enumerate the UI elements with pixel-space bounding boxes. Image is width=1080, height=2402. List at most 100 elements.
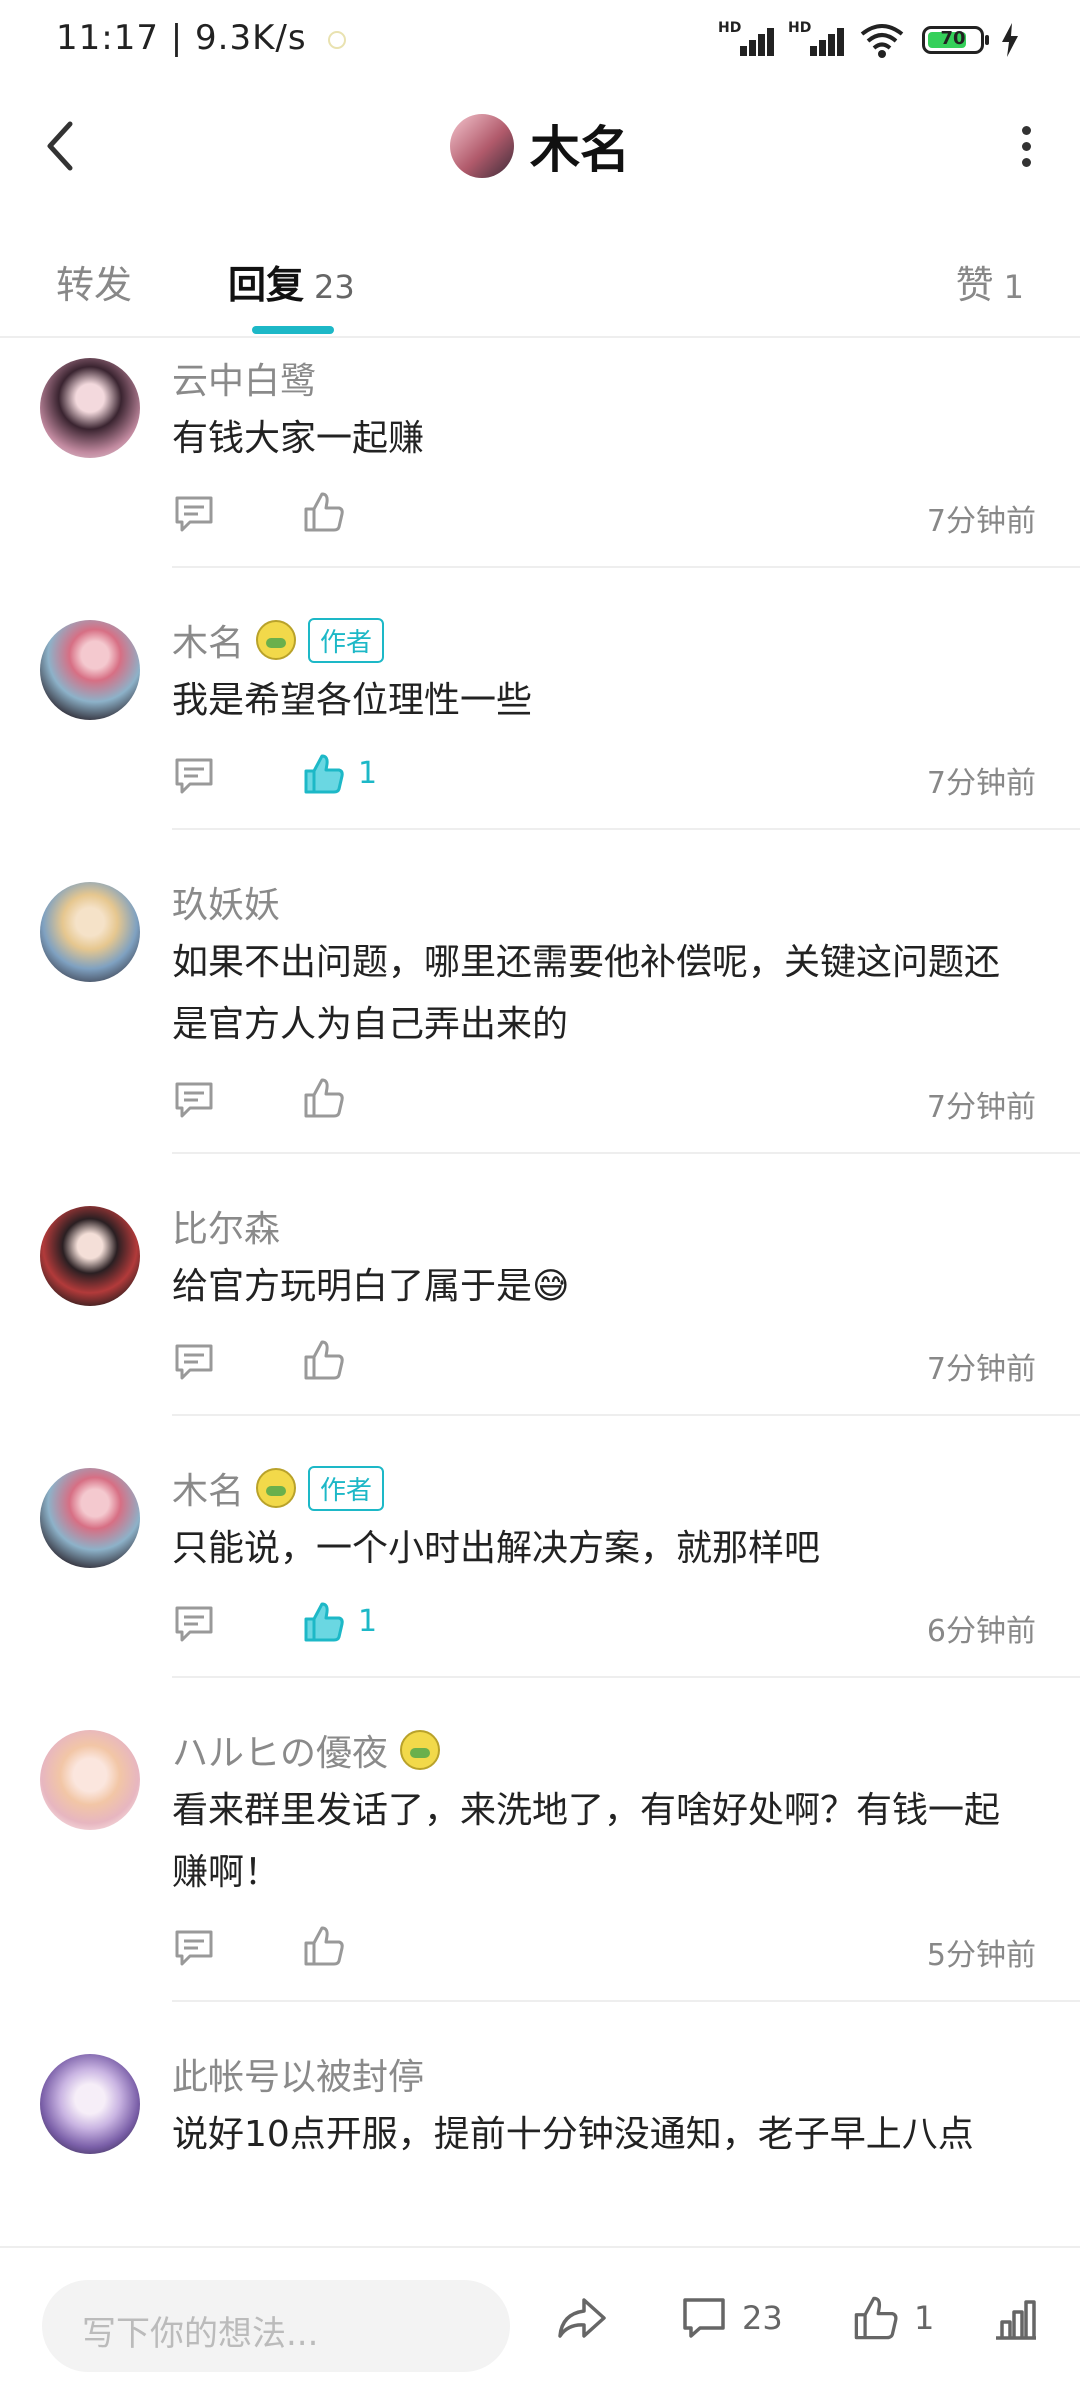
page-title: 木名 (530, 121, 630, 179)
comment-text: 给官方玩明白了属于是😅 (172, 1266, 570, 1307)
comment-list[interactable]: 云中白鹭 有钱大家一起赚 7分钟前 木名 作者 我是希望各位理性一些 1 7分钟… (0, 338, 1080, 2244)
comment-item: 玖妖妖 如果不出问题，哪里还需要他补偿呢，关键这问题还是官方人为自己弄出来的 7… (0, 874, 1080, 1154)
comment-count: 23 (742, 2299, 783, 2337)
comment-actions: 5分钟前 (172, 1904, 1080, 2000)
avatar[interactable] (450, 114, 514, 178)
avatar[interactable] (40, 2054, 140, 2154)
comment-text: 如果不出问题，哪里还需要他补偿呢，关键这问题还是官方人为自己弄出来的 (172, 942, 1001, 1045)
share-button[interactable] (556, 2292, 608, 2344)
avatar[interactable] (40, 358, 140, 458)
author-tag: 作者 (308, 617, 385, 663)
stats-button[interactable] (992, 2292, 1040, 2344)
comment-actions: 7分钟前 (172, 1318, 1080, 1414)
comment-time: 7分钟前 (926, 1090, 1036, 1125)
divider (172, 828, 1080, 830)
comment-username[interactable]: 木名 (172, 614, 244, 666)
comment-item: 比尔森 给官方玩明白了属于是😅 7分钟前 (0, 1198, 1080, 1416)
reply-icon[interactable] (172, 1602, 216, 1646)
comment-username[interactable]: 玖妖妖 (172, 876, 280, 928)
author-tag: 作者 (308, 1465, 385, 1511)
divider (172, 2000, 1080, 2002)
header: 木名 (0, 80, 1080, 210)
comment-username[interactable]: 木名 (172, 1462, 244, 1514)
status-time: 11:17 | 9.3K/s (56, 18, 347, 58)
status-bar: 11:17 | 9.3K/s HD HD 70 (0, 0, 1080, 80)
sticker-badge-icon (400, 1730, 441, 1770)
divider (172, 1676, 1080, 1678)
reply-icon[interactable] (172, 1926, 216, 1970)
tab-reply[interactable]: 回复 23 (228, 254, 355, 309)
like-icon[interactable] (302, 1924, 346, 1968)
signal-hd-icon-2: HD (788, 20, 844, 60)
comment-actions: 7分钟前 (172, 1056, 1080, 1152)
comment-text: 有钱大家一起赚 (172, 418, 425, 459)
reply-icon[interactable] (172, 754, 216, 798)
divider (172, 1152, 1080, 1154)
more-menu-icon[interactable] (1016, 126, 1036, 167)
comment-time: 7分钟前 (926, 504, 1036, 539)
bottom-bar: 写下你的想法... 23 1 (0, 2246, 1080, 2402)
comment-actions: 7分钟前 (172, 470, 1080, 566)
like-icon (854, 2296, 898, 2340)
comment-time: 5分钟前 (926, 1938, 1036, 1973)
notification-dot-icon (328, 30, 347, 49)
divider (172, 1414, 1080, 1416)
comment-username[interactable]: ハルヒの優夜 (172, 1724, 388, 1776)
comment-input-placeholder: 写下你的想法... (82, 2314, 319, 2354)
comment-actions: 1 6分钟前 (172, 1580, 1080, 1676)
avatar[interactable] (40, 1206, 140, 1306)
like-count: 1 (358, 1604, 378, 1639)
like-button[interactable]: 1 (852, 2292, 934, 2344)
tab-like[interactable]: 赞1 (956, 254, 1024, 309)
comment-username[interactable]: 此帐号以被封停 (172, 2048, 424, 2100)
like-icon-active[interactable] (302, 752, 346, 796)
like-icon[interactable] (302, 1338, 346, 1382)
comment-item: 云中白鹭 有钱大家一起赚 7分钟前 (0, 350, 1080, 568)
avatar[interactable] (40, 1730, 140, 1830)
reply-icon[interactable] (172, 492, 216, 536)
comment-actions: 1 7分钟前 (172, 732, 1080, 828)
title-group: 木名 (0, 110, 1080, 182)
avatar[interactable] (40, 882, 140, 982)
like-count: 1 (914, 2299, 935, 2337)
tab-reply-count: 23 (314, 268, 355, 306)
comment-item: 木名 作者 只能说，一个小时出解决方案，就那样吧 1 6分钟前 (0, 1460, 1080, 1678)
avatar[interactable] (40, 1468, 140, 1568)
comment-username[interactable]: 云中白鹭 (172, 352, 316, 404)
comment-time: 7分钟前 (926, 766, 1036, 801)
reply-icon[interactable] (172, 1078, 216, 1122)
charging-icon (1002, 23, 1018, 57)
signal-hd-icon: HD (718, 20, 774, 60)
tab-reply-label: 回复 (228, 263, 305, 307)
tab-forward[interactable]: 转发 (56, 254, 132, 309)
tab-like-label: 赞 (955, 263, 994, 307)
status-icons: HD HD 70 (718, 18, 1020, 62)
like-icon-active[interactable] (302, 1600, 346, 1644)
like-icon[interactable] (302, 1076, 346, 1120)
comment-time: 6分钟前 (926, 1614, 1036, 1649)
comment-username[interactable]: 比尔森 (172, 1200, 280, 1252)
comment-text: 说好10点开服，提前十分钟没通知，老子早上八点 (172, 2114, 974, 2155)
comment-input[interactable]: 写下你的想法... (42, 2280, 510, 2372)
comment-time: 7分钟前 (926, 1352, 1036, 1387)
comment-item: 此帐号以被封停 说好10点开服，提前十分钟没通知，老子早上八点 (0, 2046, 1080, 2166)
comment-text: 只能说，一个小时出解决方案，就那样吧 (172, 1528, 821, 1569)
sticker-badge-icon (256, 620, 297, 660)
share-icon (558, 2298, 606, 2338)
comment-count-button[interactable]: 23 (680, 2292, 783, 2344)
wifi-icon (860, 24, 904, 58)
comment-item: ハルヒの優夜 看来群里发话了，来洗地了，有啥好处啊？有钱一起赚啊！ 5分钟前 (0, 1722, 1080, 2002)
divider (172, 566, 1080, 568)
bar-chart-icon (996, 2300, 1036, 2340)
status-time-text: 11:17 | 9.3K/s (56, 18, 307, 58)
like-icon[interactable] (302, 490, 346, 534)
tab-bar: 转发 回复 23 赞1 (0, 230, 1080, 338)
tab-like-count: 1 (1003, 268, 1024, 306)
comment-text: 我是希望各位理性一些 (172, 680, 533, 721)
tab-forward-label: 转发 (56, 263, 133, 307)
reply-icon[interactable] (172, 1340, 216, 1384)
comment-text: 看来群里发话了，来洗地了，有啥好处啊？有钱一起赚啊！ (172, 1790, 1001, 1893)
tab-active-indicator (252, 326, 334, 334)
sticker-badge-icon (256, 1468, 297, 1508)
avatar[interactable] (40, 620, 140, 720)
